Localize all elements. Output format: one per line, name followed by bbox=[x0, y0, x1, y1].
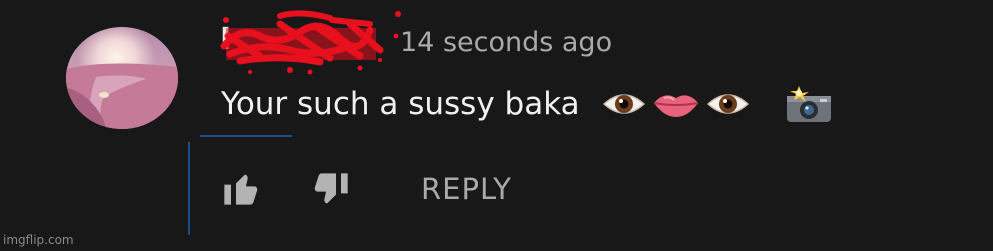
censor-scribble bbox=[220, 10, 401, 75]
thumbs-down-icon[interactable] bbox=[311, 170, 351, 214]
comment-body: Your such a sussy baka bbox=[221, 84, 834, 124]
thumbs-up-icon[interactable] bbox=[221, 168, 261, 212]
focus-indicator bbox=[200, 135, 292, 137]
eye-emoji bbox=[602, 88, 646, 120]
focus-indicator bbox=[188, 142, 190, 235]
watermark: imgflip.com bbox=[3, 233, 74, 247]
avatar[interactable] bbox=[66, 27, 178, 129]
comment-text: Your such a sussy baka bbox=[221, 86, 580, 122]
camera-flash-emoji bbox=[784, 84, 834, 124]
comment-timestamp[interactable]: 14 seconds ago bbox=[400, 27, 612, 58]
lips-emoji bbox=[652, 89, 700, 119]
eye-emoji bbox=[706, 88, 750, 120]
reply-button[interactable]: REPLY bbox=[421, 172, 512, 206]
